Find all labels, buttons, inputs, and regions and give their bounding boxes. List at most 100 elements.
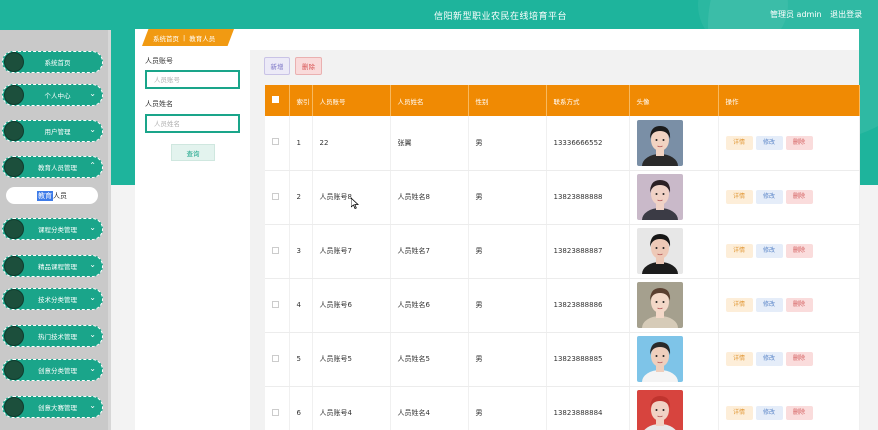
sidebar-item-users[interactable]: 用户管理 ⌄ [2,120,103,142]
edit-button[interactable]: 修改 [755,406,783,420]
sidebar-item-label: 课程分类管理 [38,226,77,234]
row-checkbox[interactable] [272,138,279,146]
index-cell: 5 [289,332,313,387]
gender-cell: 男 [468,224,547,279]
delete-button[interactable]: 删除 [785,352,813,366]
account-search-input[interactable] [145,70,240,89]
sidebar-item-label: 个人中心 [44,92,71,100]
avatar-cell [629,278,719,333]
avatar-image [636,174,683,220]
row-checkbox[interactable] [272,192,279,200]
account-cell: 人员账号8 [312,170,391,225]
logout-link[interactable]: 退出登录 [830,10,862,19]
avatar-image [636,336,683,382]
row-checkbox[interactable] [272,408,279,416]
sidebar-item-hot-tech[interactable]: 热门技术管理 ⌄ [2,325,103,347]
breadcrumb-home[interactable]: 系统首页 [153,33,179,43]
submenu-selected-text: 教育 [37,190,53,201]
edit-button[interactable]: 修改 [755,135,783,150]
delete-button[interactable]: 删除 [785,406,813,420]
row-checkbox[interactable] [272,300,279,308]
select-all-cell [265,85,290,116]
name-cell: 张翼 [390,116,469,171]
phone-cell: 13823888888 [546,170,630,225]
detail-button[interactable]: 详情 [725,298,753,312]
menu-dot-icon [4,219,24,239]
sidebar: 系统首页 个人中心 ⌄ 用户管理 ⌄ 教育人员管理 ⌃ 教育 人员 课程分类管理 … [0,30,111,430]
sidebar-item-label: 用户管理 [44,128,71,136]
actions-cell: 详情 修改 删除 [718,116,860,171]
detail-button[interactable]: 详情 [725,406,753,420]
sidebar-item-staff[interactable]: 教育人员管理 ⌃ [2,156,103,178]
chevron-down-icon: ⌄ [89,125,96,134]
sidebar-item-idea-contest[interactable]: 创意大赛管理 ⌄ [2,396,103,418]
index-cell: 3 [289,224,313,279]
edit-button[interactable]: 修改 [755,298,783,312]
account-cell: 人员账号6 [312,278,391,333]
column-header: 操作 [718,85,860,116]
name-search-input[interactable] [145,114,240,133]
sidebar-item-course-category[interactable]: 课程分类管理 ⌄ [2,218,103,240]
avatar-image [636,282,683,328]
detail-button[interactable]: 详情 [725,244,753,258]
sidebar-item-home[interactable]: 系统首页 [2,51,103,73]
edit-button[interactable]: 修改 [755,352,783,366]
name-cell: 人员姓名6 [390,278,469,333]
detail-button[interactable]: 详情 [725,190,753,204]
batch-delete-button[interactable]: 删除 [295,57,322,75]
row-checkbox[interactable] [272,354,279,362]
row-select-cell [265,170,290,225]
mouse-cursor-icon [350,197,360,211]
delete-button[interactable]: 删除 [785,244,813,258]
name-cell: 人员姓名4 [390,386,469,430]
chevron-down-icon: ⌄ [89,330,96,339]
sidebar-item-featured-courses[interactable]: 精品课程管理 ⌄ [2,255,103,277]
breadcrumb-current: 教育人员 [189,34,216,43]
column-header: 人员账号 [312,85,391,116]
user-area: 管理员 admin 退出登录 [770,9,868,20]
sidebar-item-label: 技术分类管理 [38,296,77,304]
edit-button[interactable]: 修改 [755,244,783,258]
avatar-cell [629,116,719,171]
menu-dot-icon [4,397,24,417]
menu-dot-icon [4,121,24,141]
delete-button[interactable]: 删除 [785,135,813,150]
sidebar-item-label: 教育人员管理 [38,164,77,172]
avatar-cell [629,170,719,225]
delete-button[interactable]: 删除 [785,190,813,204]
breadcrumb-separator: | [183,33,186,42]
submenu-item-staff[interactable]: 教育 人员 [6,187,98,204]
column-header: 性别 [468,85,547,116]
row-select-cell [265,116,290,171]
detail-button[interactable]: 详情 [725,135,753,150]
menu-dot-icon [4,157,24,177]
index-cell: 6 [289,386,313,430]
account-cell: 人员账号4 [312,386,391,430]
select-all-checkbox[interactable] [272,96,279,103]
table-row: 5 人员账号5 人员姓名5 男 13823888885 详情 修改 删除 [265,332,860,387]
chevron-up-icon: ⌃ [89,161,96,170]
index-cell: 4 [289,278,313,333]
sidebar-item-profile[interactable]: 个人中心 ⌄ [2,84,103,106]
chevron-down-icon: ⌄ [89,401,96,410]
detail-button[interactable]: 详情 [725,352,753,366]
sidebar-item-label: 系统首页 [44,59,71,67]
chevron-down-icon: ⌄ [89,223,96,232]
query-button[interactable]: 查询 [171,144,215,161]
row-checkbox[interactable] [272,246,279,254]
staff-table: 索引 人员账号 人员姓名 性别 联系方式 头像 操作 1 22 张翼男 1333666… [265,85,860,430]
delete-button[interactable]: 删除 [785,298,813,312]
phone-cell: 13823888885 [546,332,630,387]
sidebar-item-idea-category[interactable]: 创意分类管理 ⌄ [2,359,103,381]
column-header: 联系方式 [546,85,630,116]
chevron-down-icon: ⌄ [89,260,96,269]
sidebar-item-tech-category[interactable]: 技术分类管理 ⌄ [2,288,103,310]
avatar-cell [629,224,719,279]
avatar-cell [629,386,719,430]
name-search-label: 人员姓名 [145,100,173,108]
gender-cell: 男 [468,170,547,225]
gender-cell: 男 [468,116,547,171]
avatar-image [636,390,683,430]
add-button[interactable]: 新增 [264,57,290,75]
edit-button[interactable]: 修改 [755,190,783,204]
